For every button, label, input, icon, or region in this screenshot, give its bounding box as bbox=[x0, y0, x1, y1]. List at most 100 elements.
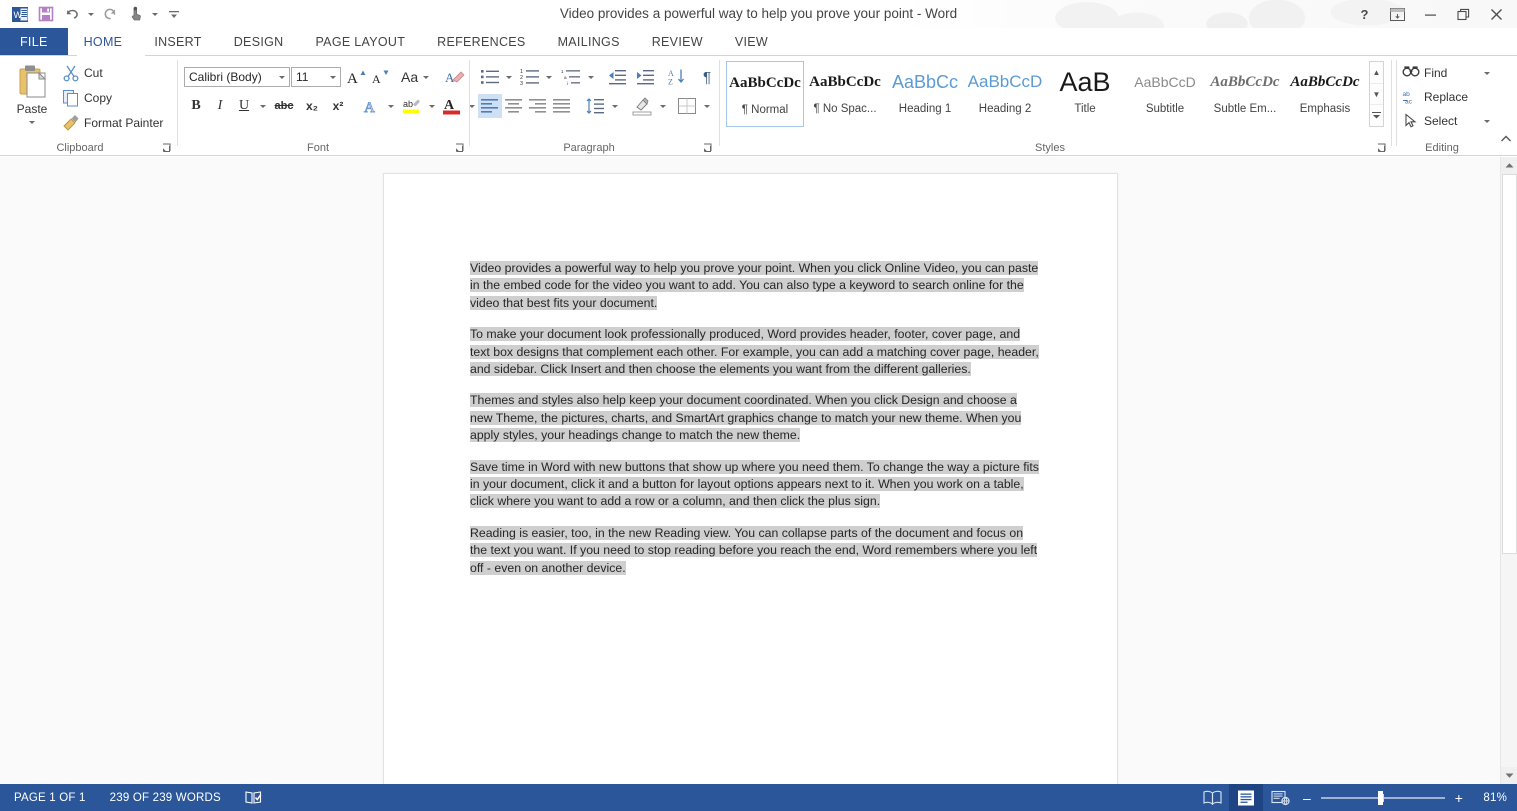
underline-dropdown-icon[interactable] bbox=[256, 94, 269, 118]
styles-dialog-launcher[interactable] bbox=[1376, 141, 1388, 153]
scrollbar-thumb[interactable] bbox=[1502, 174, 1517, 554]
styles-more-button[interactable] bbox=[1370, 104, 1383, 126]
strikethrough-button[interactable]: abc bbox=[270, 94, 298, 118]
shading-button[interactable] bbox=[628, 94, 656, 118]
find-button[interactable]: Find bbox=[1402, 62, 1480, 84]
numbering-button[interactable]: 1 2 3 bbox=[518, 65, 542, 89]
paragraph-4[interactable]: Save time in Word with new buttons that … bbox=[470, 459, 1040, 511]
grow-font-button[interactable]: A bbox=[344, 65, 368, 89]
paragraph-3[interactable]: Themes and styles also help keep your do… bbox=[470, 392, 1040, 444]
document-page[interactable]: Video provides a powerful way to help yo… bbox=[383, 173, 1118, 784]
minimize-button[interactable] bbox=[1414, 1, 1447, 27]
customize-qat-icon[interactable] bbox=[162, 3, 186, 25]
paragraph-1[interactable]: Video provides a powerful way to help yo… bbox=[470, 260, 1040, 312]
font-size-dropdown-icon[interactable] bbox=[326, 68, 340, 86]
align-center-button[interactable] bbox=[502, 94, 526, 118]
vertical-scrollbar[interactable] bbox=[1500, 157, 1517, 784]
bullets-button[interactable] bbox=[478, 65, 502, 89]
zoom-in-button[interactable]: + bbox=[1453, 790, 1465, 806]
undo-dropdown-icon[interactable] bbox=[86, 3, 96, 25]
text-effects-dropdown-icon[interactable] bbox=[384, 94, 397, 118]
style-item-title[interactable]: AaB Title bbox=[1046, 61, 1124, 127]
borders-button[interactable] bbox=[674, 94, 700, 118]
tab-mailings[interactable]: MAILINGS bbox=[542, 28, 636, 56]
cut-button[interactable]: Cut bbox=[60, 62, 172, 84]
style-item-normal[interactable]: AaBbCcDc ¶ Normal bbox=[726, 61, 804, 127]
select-button[interactable]: Select bbox=[1402, 110, 1482, 132]
ribbon-display-options-button[interactable] bbox=[1381, 1, 1414, 27]
paste-dropdown-icon[interactable] bbox=[29, 121, 35, 124]
touch-mode-icon[interactable] bbox=[124, 3, 148, 25]
tab-design[interactable]: DESIGN bbox=[218, 28, 300, 56]
shading-dropdown-icon[interactable] bbox=[656, 94, 669, 118]
find-dropdown-icon[interactable] bbox=[1480, 62, 1494, 84]
close-button[interactable] bbox=[1480, 1, 1513, 27]
paragraph-2[interactable]: To make your document look professionall… bbox=[470, 326, 1040, 378]
paste-button[interactable]: Paste bbox=[8, 60, 56, 144]
line-spacing-dropdown-icon[interactable] bbox=[608, 94, 621, 118]
line-spacing-button[interactable] bbox=[582, 94, 608, 118]
proofing-errors-icon[interactable] bbox=[233, 784, 274, 811]
highlight-color-button[interactable]: ab bbox=[399, 94, 425, 118]
document-text-body[interactable]: Video provides a powerful way to help yo… bbox=[470, 260, 1040, 591]
highlight-dropdown-icon[interactable] bbox=[425, 94, 438, 118]
show-formatting-marks-button[interactable]: ¶ bbox=[696, 65, 718, 89]
zoom-out-button[interactable]: – bbox=[1301, 790, 1313, 806]
undo-icon[interactable] bbox=[60, 3, 84, 25]
tab-review[interactable]: REVIEW bbox=[636, 28, 719, 56]
touch-mode-dropdown-icon[interactable] bbox=[150, 3, 160, 25]
redo-icon[interactable] bbox=[98, 3, 122, 25]
copy-button[interactable]: Copy bbox=[60, 87, 172, 109]
zoom-slider[interactable] bbox=[1321, 790, 1445, 805]
borders-dropdown-icon[interactable] bbox=[700, 94, 713, 118]
font-name-dropdown-icon[interactable] bbox=[275, 68, 289, 86]
scroll-up-arrow-icon[interactable] bbox=[1501, 157, 1517, 174]
style-item-subtitle[interactable]: AaBbCcD Subtitle bbox=[1126, 61, 1204, 127]
justify-button[interactable] bbox=[550, 94, 574, 118]
superscript-button[interactable]: x² bbox=[325, 94, 351, 118]
tab-file[interactable]: FILE bbox=[0, 28, 68, 56]
multilevel-list-dropdown-icon[interactable] bbox=[584, 65, 597, 89]
bold-button[interactable]: B bbox=[184, 94, 208, 118]
font-size-combo[interactable]: 11 bbox=[291, 67, 341, 87]
document-canvas[interactable]: Video provides a powerful way to help yo… bbox=[0, 157, 1500, 784]
paragraph-5[interactable]: Reading is easier, too, in the new Readi… bbox=[470, 525, 1040, 577]
word-count-indicator[interactable]: 239 OF 239 WORDS bbox=[98, 784, 233, 811]
underline-button[interactable]: U bbox=[232, 94, 256, 118]
styles-scroll-up-button[interactable]: ▲ bbox=[1370, 62, 1383, 83]
increase-indent-button[interactable] bbox=[632, 65, 658, 89]
multilevel-list-button[interactable]: 1 a i bbox=[558, 65, 584, 89]
shrink-font-button[interactable]: A bbox=[368, 65, 392, 89]
zoom-level-label[interactable]: 81% bbox=[1473, 792, 1507, 804]
style-item-subtle-emphasis[interactable]: AaBbCcDc Subtle Em... bbox=[1206, 61, 1284, 127]
subscript-button[interactable]: x₂ bbox=[299, 94, 325, 118]
print-layout-view-button[interactable] bbox=[1229, 784, 1263, 811]
read-mode-view-button[interactable] bbox=[1195, 784, 1229, 811]
text-effects-button[interactable]: A bbox=[358, 94, 384, 118]
tab-view[interactable]: VIEW bbox=[719, 28, 784, 56]
select-dropdown-icon[interactable] bbox=[1480, 110, 1494, 132]
bullets-dropdown-icon[interactable] bbox=[502, 65, 515, 89]
replace-button[interactable]: ab ac Replace bbox=[1402, 86, 1502, 108]
style-item-no-spacing[interactable]: AaBbCcDc ¶ No Spac... bbox=[806, 61, 884, 127]
align-right-button[interactable] bbox=[526, 94, 550, 118]
collapse-ribbon-button[interactable] bbox=[1497, 130, 1515, 148]
web-layout-view-button[interactable] bbox=[1263, 784, 1297, 811]
sort-button[interactable]: A Z bbox=[664, 65, 690, 89]
styles-scroll-down-button[interactable]: ▼ bbox=[1370, 82, 1383, 105]
align-left-button[interactable] bbox=[478, 94, 502, 118]
tab-references[interactable]: REFERENCES bbox=[421, 28, 541, 56]
change-case-dropdown-icon[interactable] bbox=[423, 75, 430, 79]
style-item-emphasis[interactable]: AaBbCcDc Emphasis bbox=[1286, 61, 1364, 127]
style-item-heading-2[interactable]: AaBbCcD Heading 2 bbox=[966, 61, 1044, 127]
scroll-down-arrow-icon[interactable] bbox=[1501, 767, 1517, 784]
italic-button[interactable]: I bbox=[208, 94, 232, 118]
tab-home[interactable]: HOME bbox=[67, 28, 139, 56]
clear-formatting-button[interactable]: A bbox=[443, 65, 467, 89]
numbering-dropdown-icon[interactable] bbox=[542, 65, 555, 89]
decrease-indent-button[interactable] bbox=[604, 65, 630, 89]
page-indicator[interactable]: PAGE 1 OF 1 bbox=[0, 784, 98, 811]
zoom-control[interactable]: – + 81% bbox=[1297, 790, 1517, 806]
help-button[interactable]: ? bbox=[1348, 1, 1381, 27]
paragraph-dialog-launcher[interactable] bbox=[702, 141, 714, 153]
